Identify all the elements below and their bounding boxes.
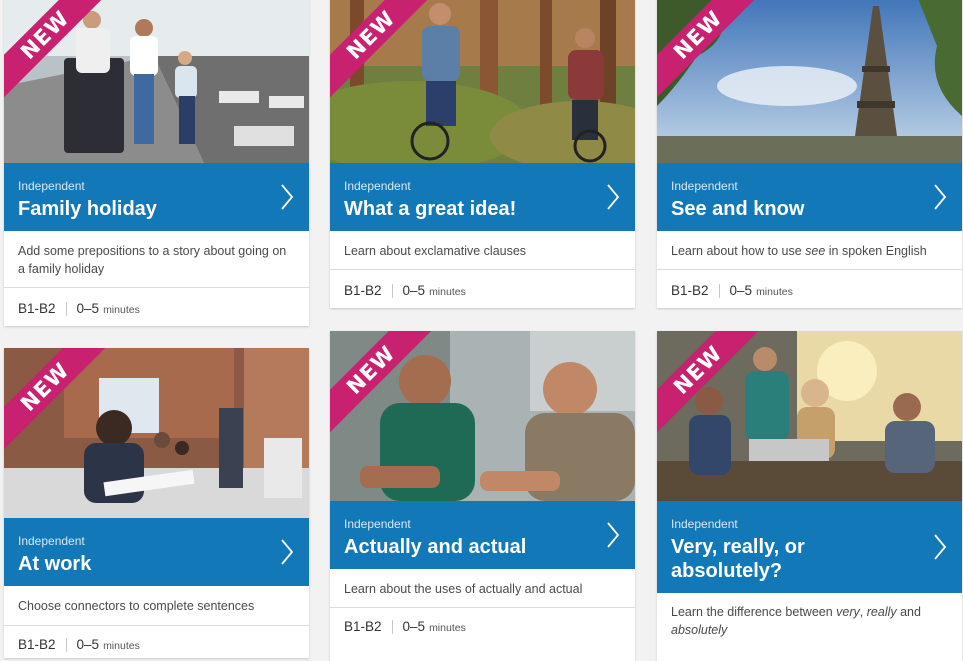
card-header: Independent Actually and actual bbox=[330, 501, 635, 569]
card-photo: NEW bbox=[330, 331, 635, 501]
level-label: Independent bbox=[18, 179, 85, 193]
card-photo: NEW bbox=[657, 331, 962, 501]
card-header: Independent At work bbox=[4, 518, 309, 586]
duration-unit: minutes bbox=[103, 304, 140, 316]
duration: 0–5 bbox=[402, 619, 426, 634]
chevron-right-icon[interactable] bbox=[932, 533, 948, 561]
card-photo: NEW bbox=[4, 348, 309, 518]
card-title-line: absolutely? bbox=[671, 560, 783, 582]
chevron-right-icon[interactable] bbox=[279, 538, 295, 566]
card-description: Learn about how to use see in spoken Eng… bbox=[657, 242, 962, 260]
meta-separator bbox=[391, 283, 393, 298]
meta-separator bbox=[718, 283, 720, 298]
card-header: Independent See and know bbox=[657, 163, 962, 231]
level-label: Independent bbox=[671, 179, 738, 193]
card-description: Learn the difference between very, reall… bbox=[657, 603, 962, 639]
activity-card-what-a-great-idea[interactable]: NEW Independent What a great idea! Learn… bbox=[330, 0, 635, 308]
card-meta: B1-B2 0–5 minutes bbox=[344, 283, 466, 298]
chevron-right-icon[interactable] bbox=[932, 183, 948, 211]
duration: 0–5 bbox=[729, 283, 753, 298]
card-title: See and know bbox=[671, 198, 805, 220]
description-text: Learn about how to use bbox=[671, 244, 806, 258]
description-emphasis: see bbox=[805, 244, 826, 258]
level-label: Independent bbox=[671, 517, 738, 531]
activity-card-family-holiday[interactable]: NEW Independent Family holiday Add some … bbox=[4, 0, 309, 326]
chevron-right-icon[interactable] bbox=[279, 183, 295, 211]
card-title: At work bbox=[18, 553, 92, 575]
duration-unit: minutes bbox=[429, 622, 466, 634]
divider bbox=[4, 625, 309, 626]
card-meta: B1-B2 0–5 minutes bbox=[18, 637, 140, 652]
card-photo: NEW bbox=[330, 0, 635, 163]
card-description: Learn about exclamative clauses bbox=[344, 244, 527, 258]
meta-separator bbox=[391, 619, 393, 634]
card-description: Add some prepositions to a story about g… bbox=[18, 244, 287, 276]
meta-separator bbox=[65, 301, 67, 316]
card-title: Very, really, or absolutely? bbox=[671, 535, 916, 583]
duration-unit: minutes bbox=[103, 640, 140, 652]
card-meta: B1-B2 0–5 minutes bbox=[671, 283, 793, 298]
activity-card-see-and-know[interactable]: NEW Independent See and know Learn about… bbox=[657, 0, 962, 308]
card-description: Choose connectors to complete sentences bbox=[18, 599, 255, 613]
duration-unit: minutes bbox=[429, 286, 466, 298]
card-description: Learn about the uses of actually and act… bbox=[344, 582, 583, 596]
cefr-level: B1-B2 bbox=[18, 301, 56, 316]
description-text: and bbox=[896, 605, 921, 619]
card-photo: NEW bbox=[657, 0, 962, 163]
cefr-level: B1-B2 bbox=[671, 283, 709, 298]
description-emphasis: really bbox=[866, 605, 897, 619]
description-text: Learn the difference between bbox=[671, 605, 837, 619]
card-title: Family holiday bbox=[18, 198, 157, 220]
cefr-level: B1-B2 bbox=[344, 619, 382, 634]
description-emphasis: absolutely bbox=[671, 623, 728, 637]
card-meta: B1-B2 0–5 minutes bbox=[344, 619, 466, 634]
card-header: Independent Family holiday bbox=[4, 163, 309, 231]
cefr-level: B1-B2 bbox=[344, 283, 382, 298]
card-title-line: Very, really, or bbox=[671, 536, 805, 558]
duration-unit: minutes bbox=[756, 286, 793, 298]
chevron-right-icon[interactable] bbox=[605, 521, 621, 549]
chevron-right-icon[interactable] bbox=[605, 183, 621, 211]
card-photo: NEW bbox=[4, 0, 309, 163]
description-emphasis: very bbox=[836, 605, 860, 619]
divider bbox=[657, 269, 962, 270]
level-label: Independent bbox=[344, 517, 411, 531]
activity-card-actually-and-actual[interactable]: NEW Independent Actually and actual Lear… bbox=[330, 331, 635, 661]
duration: 0–5 bbox=[76, 301, 100, 316]
activity-card-at-work[interactable]: NEW Independent At work Choose connector… bbox=[4, 348, 309, 658]
card-title: Actually and actual bbox=[344, 536, 527, 558]
divider bbox=[4, 287, 309, 288]
description-text: in spoken English bbox=[825, 244, 927, 258]
card-header: Independent What a great idea! bbox=[330, 163, 635, 231]
card-title: What a great idea! bbox=[344, 198, 517, 220]
cefr-level: B1-B2 bbox=[18, 637, 56, 652]
divider bbox=[330, 269, 635, 270]
description-text: , bbox=[859, 605, 867, 619]
level-label: Independent bbox=[344, 179, 411, 193]
card-meta: B1-B2 0–5 minutes bbox=[18, 301, 140, 316]
duration: 0–5 bbox=[76, 637, 100, 652]
meta-separator bbox=[65, 637, 67, 652]
activity-card-very-really-absolutely[interactable]: NEW Independent Very, really, or absolut… bbox=[657, 331, 962, 661]
divider bbox=[330, 607, 635, 608]
level-label: Independent bbox=[18, 534, 85, 548]
card-header: Independent Very, really, or absolutely? bbox=[657, 501, 962, 593]
duration: 0–5 bbox=[402, 283, 426, 298]
